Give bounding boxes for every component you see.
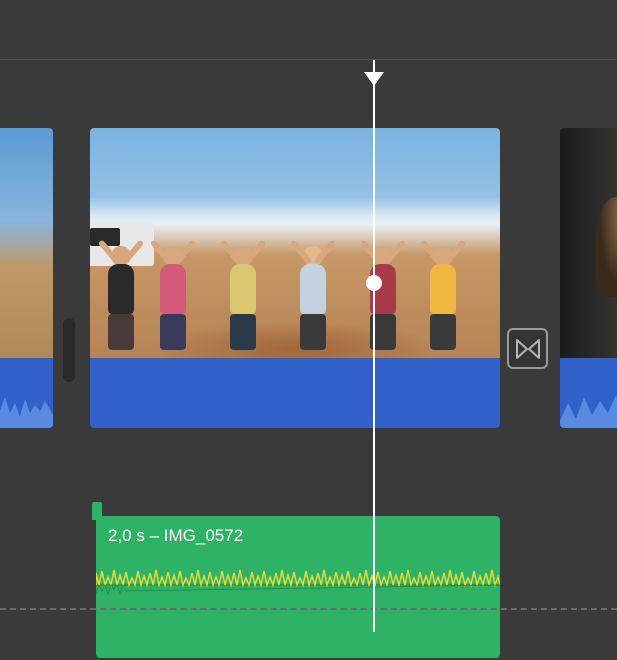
video-clip-current[interactable] xyxy=(90,128,500,428)
clip-audio-waveform xyxy=(90,358,500,428)
video-clip-next[interactable] xyxy=(560,128,617,428)
toolbar-area xyxy=(0,0,617,60)
audio-clip-label: 2,0 s – IMG_0572 xyxy=(108,526,243,546)
clip-audio-waveform xyxy=(0,358,53,428)
label-separator: – xyxy=(145,526,164,545)
clip-trim-handle[interactable] xyxy=(63,318,75,382)
audio-link-indicator xyxy=(92,502,102,520)
timeline[interactable]: 2,0 s – IMG_0572 xyxy=(0,60,617,632)
transition-crossdissolve[interactable] xyxy=(507,328,548,369)
video-track: 2,0 s – IMG_0572 xyxy=(0,128,617,503)
audio-clip-name: IMG_0572 xyxy=(164,526,243,545)
detached-audio-clip[interactable]: 2,0 s – IMG_0572 xyxy=(96,516,500,658)
clip-thumbnail xyxy=(90,128,500,358)
track-divider xyxy=(0,608,617,610)
audio-duration: 2,0 s xyxy=(108,526,145,545)
clip-thumbnail xyxy=(560,128,617,358)
transition-icon xyxy=(515,336,541,362)
clip-audio-waveform xyxy=(560,358,617,428)
video-clip-prev[interactable] xyxy=(0,128,53,428)
playhead-marker-icon xyxy=(364,72,384,86)
audio-waveform xyxy=(96,560,500,610)
clip-thumbnail xyxy=(0,128,53,358)
